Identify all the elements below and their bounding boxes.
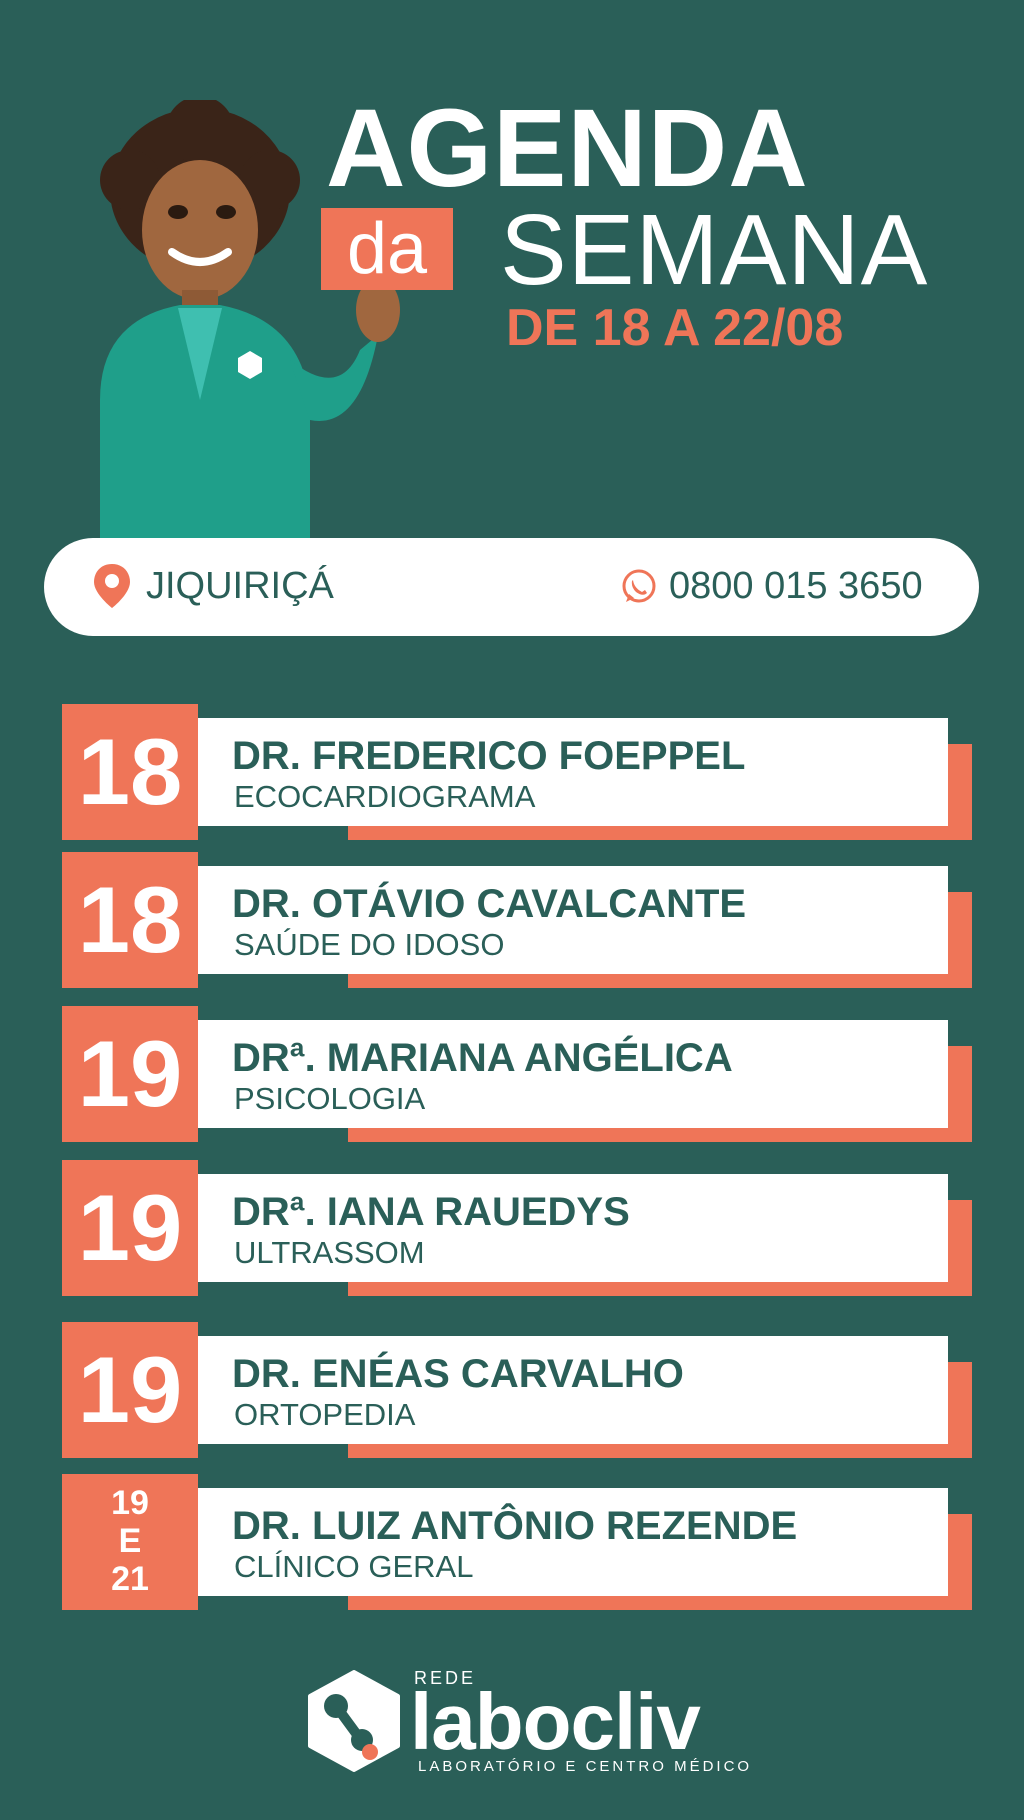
location-pin-icon [94, 564, 130, 608]
day-line: 19 [111, 1484, 149, 1522]
day-number: 19 [77, 1021, 183, 1126]
da-badge: da [321, 208, 453, 290]
phone-number[interactable]: 0800 015 3650 [669, 566, 923, 606]
logo-wordmark: labocliv [410, 1677, 701, 1766]
header-title: AGENDA [326, 87, 809, 210]
day-number: 19 [77, 1337, 183, 1442]
logo-subtitle: LABORATÓRIO E CENTRO MÉDICO [418, 1758, 753, 1775]
day-range: 19 E 21 [62, 1484, 198, 1598]
day-line: E [118, 1522, 142, 1560]
doctor-name: DRª. IANA RAUEDYS [232, 1190, 630, 1234]
day-badge: 19 E 21 [62, 1474, 198, 1610]
schedule-item: 19 DRª. IANA RAUEDYS ULTRASSOM [62, 1160, 974, 1296]
specialty: PSICOLOGIA [234, 1081, 426, 1116]
doctor-name: DR. OTÁVIO CAVALCANTE [232, 882, 747, 926]
day-badge: 19 [62, 1006, 198, 1142]
day-badge: 18 [62, 704, 198, 840]
specialty: CLÍNICO GERAL [234, 1549, 474, 1584]
date-range: DE 18 A 22/08 [506, 299, 844, 357]
day-number: 18 [77, 867, 183, 972]
schedule-item: 19 DR. ENÉAS CARVALHO ORTOPEDIA [62, 1322, 974, 1458]
header-subtitle: SEMANA [500, 194, 929, 306]
day-badge: 19 [62, 1322, 198, 1458]
day-line: 21 [111, 1560, 149, 1598]
specialty: ORTOPEDIA [234, 1397, 416, 1432]
specialty: ULTRASSOM [234, 1235, 425, 1270]
doctor-name: DR. LUIZ ANTÔNIO REZENDE [232, 1504, 798, 1548]
day-badge: 19 [62, 1160, 198, 1296]
doctor-name: DR. FREDERICO FOEPPEL [232, 734, 746, 778]
doctor-name: DR. ENÉAS CARVALHO [232, 1352, 684, 1396]
whatsapp-icon [622, 569, 656, 603]
labocliv-logo-icon [308, 1670, 400, 1772]
schedule-item: 18 DR. OTÁVIO CAVALCANTE SAÚDE DO IDOSO [62, 852, 974, 988]
da-label: da [346, 209, 428, 289]
day-badge: 18 [62, 852, 198, 988]
day-number: 18 [77, 719, 183, 824]
specialty: ECOCARDIOGRAMA [234, 779, 536, 814]
info-bar: JIQUIRIÇÁ 0800 015 3650 [44, 538, 979, 636]
day-number: 19 [77, 1175, 183, 1280]
doctor-name: DRª. MARIANA ANGÉLICA [232, 1036, 733, 1080]
schedule-item: 19 DRª. MARIANA ANGÉLICA PSICOLOGIA [62, 1006, 974, 1142]
specialty: SAÚDE DO IDOSO [234, 927, 505, 962]
schedule-item: 18 DR. FREDERICO FOEPPEL ECOCARDIOGRAMA [62, 704, 974, 840]
city-label: JIQUIRIÇÁ [146, 565, 334, 607]
schedule-item: 19 E 21 DR. LUIZ ANTÔNIO REZENDE CLÍNICO… [62, 1474, 974, 1610]
